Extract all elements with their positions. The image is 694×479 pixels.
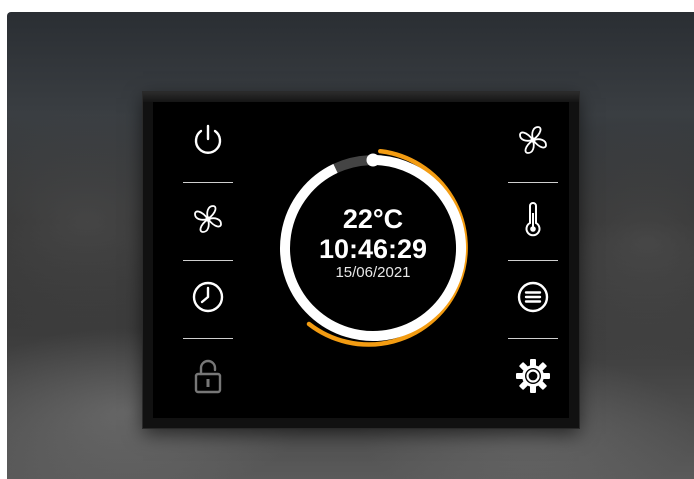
menu-button[interactable] <box>497 271 569 323</box>
temperature-dial[interactable]: 22°C 10:46:29 15/06/2021 <box>267 142 479 354</box>
right-button-column <box>497 102 569 418</box>
temperature-readout: 22°C <box>342 204 404 234</box>
fan-icon <box>516 123 550 157</box>
thermostat-screen: 22°C 10:46:29 15/06/2021 <box>153 102 569 418</box>
separator <box>508 260 558 261</box>
separator <box>183 182 233 183</box>
schedule-button[interactable] <box>172 271 244 323</box>
lock-button[interactable] <box>172 350 244 402</box>
thermometer-icon <box>521 201 545 237</box>
dial-readout: 22°C 10:46:29 15/06/2021 <box>267 142 479 354</box>
thermostat-device: 22°C 10:46:29 15/06/2021 <box>143 92 579 428</box>
power-icon <box>190 122 226 158</box>
fan-icon <box>191 202 225 236</box>
device-top-edge <box>143 92 579 102</box>
separator <box>183 338 233 339</box>
fan-mode-button[interactable] <box>172 193 244 245</box>
background-photo: 22°C 10:46:29 15/06/2021 <box>7 12 694 479</box>
settings-button[interactable] <box>497 350 569 402</box>
menu-icon <box>515 279 551 315</box>
date-readout: 15/06/2021 <box>335 264 411 281</box>
time-readout: 10:46:29 <box>318 234 428 264</box>
lock-icon <box>192 357 224 395</box>
clock-icon <box>190 279 226 315</box>
left-button-column <box>172 102 244 418</box>
temperature-button[interactable] <box>497 193 569 245</box>
fan-speed-button[interactable] <box>497 114 569 166</box>
separator <box>508 338 558 339</box>
power-button[interactable] <box>172 114 244 166</box>
settings-icon <box>514 357 552 395</box>
separator <box>183 260 233 261</box>
separator <box>508 182 558 183</box>
